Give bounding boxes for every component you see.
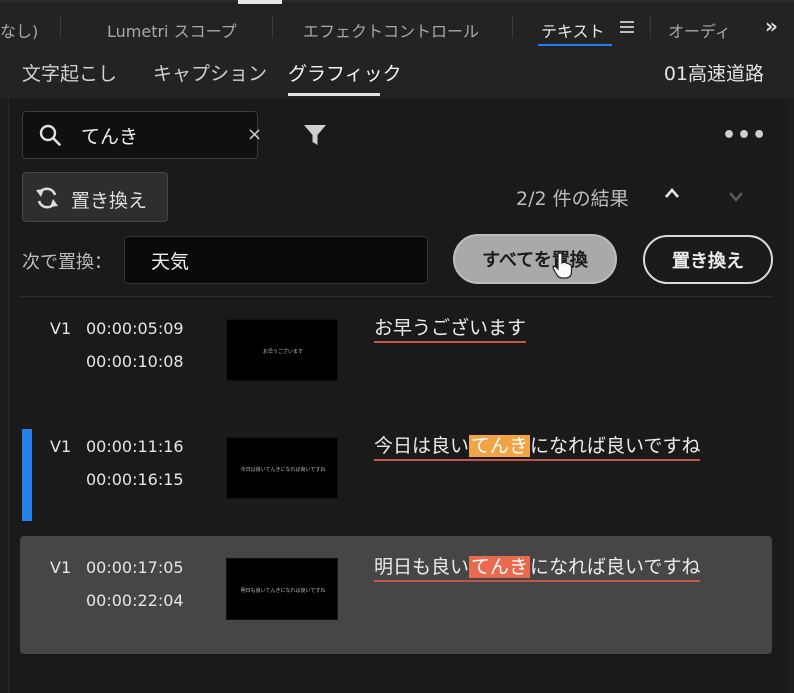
search-match-highlight: てんき bbox=[469, 556, 530, 578]
tab-divider bbox=[272, 16, 273, 38]
caption-text[interactable]: 今日は良いてんきになれば良いですね bbox=[374, 433, 700, 461]
timecode-in: 00:00:05:09 bbox=[86, 319, 184, 338]
thumbnail-caption: お早うございます bbox=[227, 348, 339, 355]
tab-lumetri-scopes[interactable]: Lumetri スコープ bbox=[107, 18, 237, 42]
current-result-marker bbox=[22, 429, 32, 521]
clear-search-icon[interactable]: × bbox=[247, 124, 262, 145]
tab-program-monitor[interactable]: なし) bbox=[0, 18, 38, 42]
tab-text[interactable]: テキスト bbox=[541, 18, 605, 42]
tab-divider bbox=[60, 16, 61, 38]
tab-effect-controls[interactable]: エフェクトコントロール bbox=[303, 18, 479, 42]
graphic-thumbnail: お早うございます bbox=[226, 319, 338, 381]
track-label: V1 bbox=[50, 558, 71, 577]
graphic-thumbnail: 今日は良いてんきになれば良いですね bbox=[226, 437, 338, 499]
search-box[interactable]: × bbox=[22, 111, 258, 159]
tab-graphics[interactable]: グラフィック bbox=[288, 59, 402, 86]
replace-with-label: 次で置換： bbox=[22, 248, 112, 274]
results-count: 2/2 件の結果 bbox=[516, 184, 629, 211]
replace-toggle-button[interactable]: 置き換え bbox=[22, 172, 168, 222]
more-options-icon[interactable]: ••• bbox=[722, 123, 767, 148]
caption-text-after: になれば良いですね bbox=[530, 556, 700, 578]
previous-result-icon[interactable] bbox=[663, 186, 681, 200]
caption-text-before: 今日は良い bbox=[374, 435, 469, 457]
thumbnail-caption: 今日は良いてんきになれば良いですね bbox=[227, 466, 339, 473]
search-icon bbox=[39, 124, 61, 146]
tab-overflow-icon[interactable]: » bbox=[765, 14, 778, 38]
caption-text[interactable]: 明日も良いてんきになれば良いですね bbox=[374, 554, 700, 582]
replace-toggle-label: 置き換え bbox=[71, 186, 147, 213]
tab-divider bbox=[650, 16, 651, 38]
timecode-in: 00:00:11:16 bbox=[86, 437, 184, 456]
timecode-out: 00:00:22:04 bbox=[86, 591, 184, 610]
result-row-selected[interactable]: V1 00:00:17:05 00:00:22:04 明日も良いてんきになれば良… bbox=[20, 536, 772, 654]
text-subtabs: 文字起こし キャプション グラフィック 01高速道路 bbox=[0, 50, 794, 98]
timecode-out: 00:00:16:15 bbox=[86, 470, 184, 489]
active-subtab-indicator bbox=[288, 93, 380, 96]
panel-menu-icon[interactable] bbox=[620, 21, 634, 33]
caption-text[interactable]: お早うございます bbox=[374, 315, 526, 343]
timecode-out: 00:00:10:08 bbox=[86, 352, 184, 371]
result-row[interactable]: V1 00:00:11:16 00:00:16:15 今日は良いてんきになれば良… bbox=[20, 415, 772, 533]
replace-input[interactable] bbox=[124, 236, 428, 284]
tab-transcript[interactable]: 文字起こし bbox=[22, 59, 117, 86]
window-top-marker bbox=[238, 0, 282, 4]
results-list: V1 00:00:05:09 00:00:10:08 お早うございます お早うご… bbox=[20, 296, 772, 693]
thumbnail-caption: 明日も良いてんきになれば良いですね bbox=[227, 587, 339, 594]
panel-tab-bar: なし) Lumetri スコープ エフェクトコントロール テキスト オーディ » bbox=[0, 0, 794, 50]
graphic-thumbnail: 明日も良いてんきになれば良いですね bbox=[226, 558, 338, 620]
caption-text-after: になれば良いですね bbox=[530, 435, 700, 457]
next-result-icon[interactable] bbox=[727, 190, 745, 204]
filter-icon[interactable] bbox=[302, 122, 328, 148]
caption-text-before: 明日も良い bbox=[374, 556, 469, 578]
replace-all-button[interactable]: すべてを置換 bbox=[453, 234, 617, 284]
replace-button[interactable]: 置き換え bbox=[643, 235, 773, 284]
replace-icon bbox=[35, 187, 59, 209]
tab-audio[interactable]: オーディ bbox=[668, 18, 730, 42]
track-label: V1 bbox=[50, 437, 71, 456]
tab-captions[interactable]: キャプション bbox=[153, 59, 267, 86]
caption-text-before: お早うございます bbox=[374, 317, 526, 339]
timecode-in: 00:00:17:05 bbox=[86, 558, 184, 577]
tab-divider bbox=[512, 16, 513, 38]
active-tab-indicator bbox=[538, 44, 612, 46]
track-label: V1 bbox=[50, 319, 71, 338]
sequence-name: 01高速道路 bbox=[664, 59, 764, 86]
search-input[interactable] bbox=[81, 118, 231, 152]
result-row[interactable]: V1 00:00:05:09 00:00:10:08 お早うございます お早うご… bbox=[20, 297, 772, 415]
hand-cursor-icon bbox=[552, 252, 574, 280]
search-match-highlight: てんき bbox=[469, 435, 530, 457]
